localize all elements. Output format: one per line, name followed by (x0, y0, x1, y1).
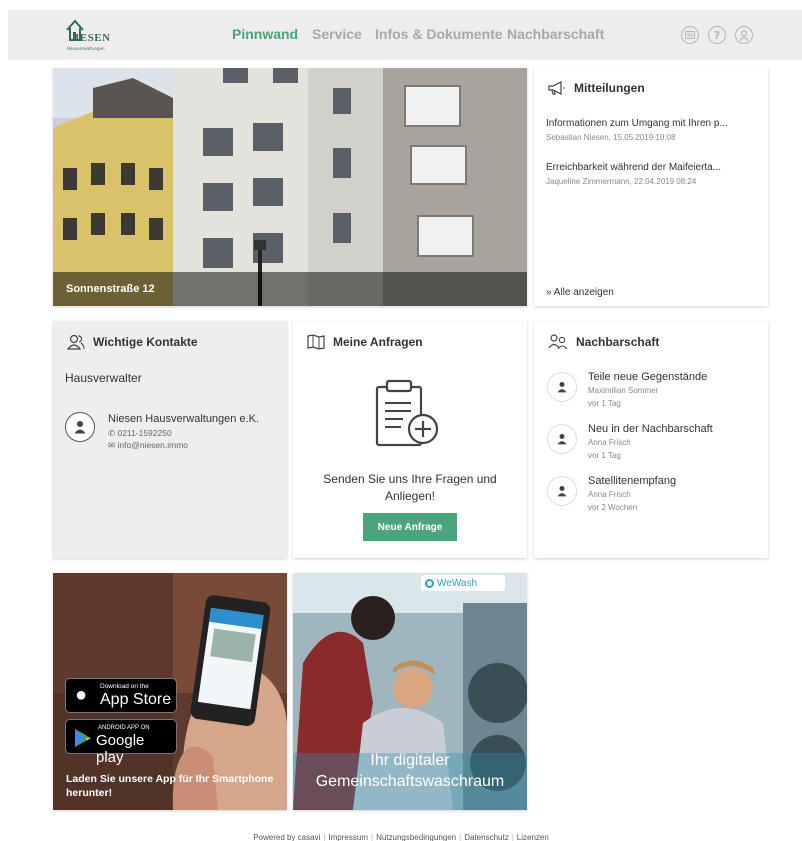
clipboard-add-icon (375, 379, 439, 447)
kontakte-title-text: Wichtige Kontakte (93, 335, 198, 349)
footer-separator: | (370, 833, 374, 841)
footer-separator: | (459, 833, 462, 841)
play-triangle-icon (75, 729, 91, 747)
contact-phone-text: 0211-1592250 (117, 428, 172, 438)
footer-link-nutzungsbedingungen[interactable]: Nutzungsbedingungen (376, 833, 456, 841)
building-photo (53, 68, 527, 306)
contact-role: Hausverwalter (65, 371, 142, 385)
post-author: Maximilian Sommer (588, 386, 659, 395)
wewash-brand-text: WeWash (437, 577, 478, 589)
messages-icon[interactable] (681, 26, 699, 44)
post-author: Anna Frisch (588, 438, 631, 447)
megaphone-icon (548, 81, 565, 95)
nachbarschaft-card: Nachbarschaft Teile neue Gegenstände Max… (534, 321, 768, 558)
app-download-banner[interactable]: ● Download on the App Store ANDROID APP … (53, 573, 287, 810)
top-header: IESEN Hausverwaltungen Pinnwand Service … (8, 10, 802, 60)
wewash-ring-icon (425, 578, 434, 588)
post-time: vor 1 Tag (588, 451, 621, 460)
nav-infos-dokumente[interactable]: Infos & Dokumente (375, 26, 503, 42)
app-promo-caption: Laden Sie unsere App für Ihr Smartphone … (66, 773, 274, 799)
kontakte-card: Wichtige Kontakte Hausverwalter Niesen H… (53, 321, 287, 558)
footer-link-impressum[interactable]: Impressum (328, 833, 368, 841)
powered-by: Powered by casavi (253, 833, 321, 841)
contact-phone[interactable]: ✆ 0211-1592250 (108, 428, 172, 439)
contact-avatar (65, 412, 95, 442)
wash-caption-line1: Ihr digitaler (370, 752, 450, 769)
nav-nachbarschaft[interactable]: Nachbarschaft (507, 26, 604, 42)
help-icon[interactable]: ? (708, 26, 726, 44)
footer-link-lizenzen[interactable]: Lizenzen (517, 833, 549, 841)
person-icon (74, 421, 86, 434)
google-play-badge[interactable]: ANDROID APP ON Google play (65, 719, 177, 766)
map-book-icon (307, 334, 325, 350)
wewash-banner[interactable]: WeWash Ihr digitaler Gemeinschaftswaschr… (293, 573, 527, 810)
contact-email-text: info@niesen.immo (117, 440, 189, 450)
brand-logo[interactable]: IESEN Hausverwaltungen (65, 18, 125, 54)
property-address: Sonnenstraße 12 (66, 283, 155, 295)
post-avatar (548, 425, 576, 453)
post-title: Neu in der Nachbarschaft (588, 423, 713, 435)
neighborhood-post[interactable]: Teile neue Gegenstände Maximilian Sommer… (548, 371, 758, 419)
message-title[interactable]: Informationen zum Umgang mit Ihren p... (546, 118, 758, 129)
play-big-text: Google play (96, 732, 145, 766)
show-all-link[interactable]: » Alle anzeigen (546, 287, 614, 298)
wewash-logo: WeWash (421, 575, 505, 591)
footer-link-datenschutz[interactable]: Datenschutz (464, 833, 508, 841)
mitteilungen-title: Mitteilungen (548, 81, 645, 95)
contact-name: Niesen Hausverwaltungen e.K. (108, 413, 260, 425)
play-small-text: ANDROID APP ON (98, 725, 150, 731)
nav-pinnwand[interactable]: Pinnwand (232, 26, 298, 42)
post-title: Satellitenempfang (588, 475, 677, 487)
person-icon (557, 382, 567, 393)
anfragen-title-text: Meine Anfragen (333, 335, 423, 349)
anfragen-card: Meine Anfragen Senden Sie uns Ihre Frage… (293, 321, 527, 558)
post-time: vor 1 Tag (588, 399, 621, 408)
hero-caption-bar: Sonnenstraße 12 (53, 272, 527, 306)
nav-service[interactable]: Service (312, 26, 362, 42)
kontakte-title: Wichtige Kontakte (67, 334, 198, 350)
contact-email[interactable]: ✉ info@niesen.immo (108, 440, 188, 451)
post-avatar (548, 373, 576, 401)
neue-anfrage-button[interactable]: Neue Anfrage (363, 513, 457, 541)
neighbors-icon (548, 334, 568, 350)
neighborhood-post[interactable]: Neu in der Nachbarschaft Anna Frisch vor… (548, 423, 758, 471)
app-store-badge[interactable]: ● Download on the App Store (65, 678, 177, 713)
nachbarschaft-title-text: Nachbarschaft (576, 335, 660, 349)
anfragen-title: Meine Anfragen (307, 334, 423, 350)
logo-subtitle: Hausverwaltungen (67, 46, 105, 51)
person-icon (557, 434, 567, 445)
post-author: Anna Frisch (588, 490, 631, 499)
person-icon (557, 486, 567, 497)
post-title: Teile neue Gegenstände (588, 371, 708, 383)
contacts-icon (67, 334, 85, 350)
appstore-big-text: App Store (100, 691, 172, 708)
message-meta: Jaqueline Zimmermann, 22.04.2019 08:24 (546, 177, 697, 186)
anfragen-description: Senden Sie uns Ihre Fragen und Anliegen! (323, 472, 497, 503)
profile-icon[interactable] (735, 26, 753, 44)
message-title[interactable]: Erreichbarkeit während der Maifeierta... (546, 162, 758, 173)
message-meta: Sebastian Niesen, 15.05.2019 10:08 (546, 133, 676, 142)
logo-text: IESEN (75, 32, 111, 44)
post-time: vor 2 Wochen (588, 503, 638, 512)
footer-separator: | (323, 833, 326, 841)
nachbarschaft-title: Nachbarschaft (548, 334, 659, 350)
appstore-small-text: Download on the (100, 683, 149, 690)
footer-separator: | (511, 833, 514, 841)
page-footer: Powered by casavi | Impressum | Nutzungsbedi… (0, 833, 802, 841)
mitteilungen-card: Mitteilungen Informationen zum Umgang mi… (534, 68, 768, 306)
mitteilungen-title-text: Mitteilungen (574, 81, 645, 95)
property-hero-image[interactable]: Sonnenstraße 12 (53, 68, 527, 306)
neighborhood-post[interactable]: Satellitenempfang Anna Frisch vor 2 Woch… (548, 475, 758, 523)
post-avatar (548, 477, 576, 505)
apple-icon: ● (75, 684, 88, 706)
wash-caption-line2: Gemeinschaftswaschraum (315, 773, 505, 790)
